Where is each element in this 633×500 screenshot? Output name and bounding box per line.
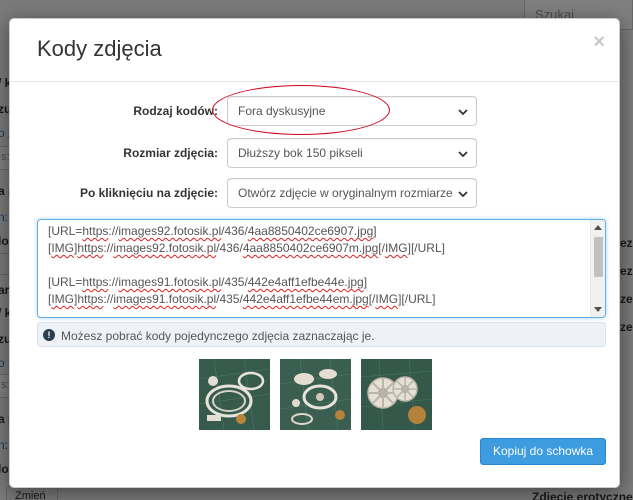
code-token: images92.fotosik.pl — [118, 224, 222, 238]
modal-title: Kody zdjęcia — [37, 36, 162, 61]
photo-thumbnail-2[interactable] — [280, 359, 351, 430]
code-token: :// — [103, 292, 114, 306]
form-row-code-type: Rodzaj kodów: Fora dyskusyjne — [10, 85, 621, 135]
click-action-value: Otwórz zdjęcie w oryginalnym rozmiarze — [238, 186, 453, 200]
form-row-click-action: Po kliknięciu na zdjęcie: Otwórz zdjęcie… — [10, 178, 621, 208]
photo-thumbnail-1[interactable] — [199, 359, 270, 430]
scroll-thumb[interactable] — [594, 237, 603, 277]
code-token: https — [77, 292, 104, 306]
code-token: 442e4aff1efbe44e.jpg — [247, 275, 364, 289]
click-action-label: Po kliknięciu na zdjęcie: — [79, 186, 218, 200]
copy-to-clipboard-button[interactable]: Kopiuj do schowka — [480, 438, 606, 465]
click-action-select[interactable]: Otwórz zdjęcie w oryginalnym rozmiarze — [227, 178, 477, 208]
form-row-photo-size: Rozmiar zdjęcia: Dłuższy bok 150 pikseli — [10, 138, 621, 168]
code-token: /436/ — [221, 224, 248, 238]
textarea-scrollbar[interactable] — [590, 220, 605, 317]
code-token: https — [82, 224, 109, 238]
code-line: [IMG]https://images92.fotosik.pl/436/4aa… — [48, 240, 587, 257]
code-token: [URL= — [48, 275, 83, 289]
code-token: IMG — [375, 292, 399, 306]
code-token: images91.fotosik.pl — [118, 275, 222, 289]
code-token: IMG — [384, 241, 408, 255]
close-icon[interactable]: × — [593, 32, 605, 52]
code-token: images92.fotosik.pl — [113, 241, 217, 255]
photo-thumbnail-image — [361, 359, 432, 430]
code-token: :// — [103, 241, 114, 255]
info-alert: ! Możesz pobrać kody pojedynczego zdjęci… — [37, 322, 606, 347]
code-token: IMG — [51, 241, 75, 255]
codes-content: [URL=https://images92.fotosik.pl/436/4aa… — [48, 223, 587, 308]
photo-thumbnail-image — [199, 359, 270, 430]
code-token: ] — [363, 275, 368, 289]
info-text: Możesz pobrać kody pojedynczego zdjęcia … — [61, 329, 375, 343]
code-type-value: Fora dyskusyjne — [238, 104, 326, 118]
photo-codes-modal: Kody zdjęcia × Rodzaj kodów: Fora dyskus… — [9, 18, 620, 488]
exclamation-icon: ! — [43, 329, 55, 341]
chevron-down-icon — [458, 151, 468, 158]
photo-size-label: Rozmiar zdjęcia: — [123, 146, 218, 160]
photo-size-value: Dłuższy bok 150 pikseli — [238, 146, 363, 160]
code-token: IMG — [51, 292, 75, 306]
code-token: /435/ — [221, 275, 248, 289]
code-token: ][/URL] — [407, 241, 445, 255]
chevron-down-icon — [458, 109, 468, 116]
photo-thumbnail-3[interactable] — [361, 359, 432, 430]
code-token: https — [82, 275, 109, 289]
code-token: images91.fotosik.pl — [113, 292, 217, 306]
photo-size-select[interactable]: Dłuższy bok 150 pikseli — [227, 138, 477, 168]
code-token: :// — [108, 224, 119, 238]
code-token: [/ — [378, 241, 385, 255]
code-token: [URL= — [48, 224, 83, 238]
code-token: 442e4aff1efbe44em.jpg — [242, 292, 369, 306]
code-token: ] — [373, 224, 377, 238]
code-token: https — [77, 241, 104, 255]
photo-thumbnail-image — [280, 359, 351, 430]
code-token: :// — [108, 275, 119, 289]
code-type-select[interactable]: Fora dyskusyjne — [227, 96, 477, 126]
code-line: [URL=https://images92.fotosik.pl/436/4aa… — [48, 223, 587, 240]
code-token: 4aa8850402ce6907.jpg — [247, 224, 374, 238]
code-line: [URL=https://images91.fotosik.pl/435/442… — [48, 274, 587, 291]
codes-textarea[interactable]: [URL=https://images92.fotosik.pl/436/4aa… — [37, 219, 606, 318]
code-line: [IMG]https://images91.fotosik.pl/435/442… — [48, 291, 587, 308]
code-token: /436/ — [216, 241, 243, 255]
code-token: /435/ — [216, 292, 243, 306]
code-type-label: Rodzaj kodów: — [133, 104, 218, 118]
scroll-up-arrow-icon[interactable] — [594, 225, 602, 230]
code-token: ][/URL] — [398, 292, 436, 306]
modal-header: Kody zdjęcia × — [10, 19, 619, 82]
scroll-down-arrow-icon[interactable] — [594, 307, 602, 312]
chevron-down-icon — [458, 191, 468, 198]
code-token: 4aa8850402ce6907m.jpg — [242, 241, 379, 255]
